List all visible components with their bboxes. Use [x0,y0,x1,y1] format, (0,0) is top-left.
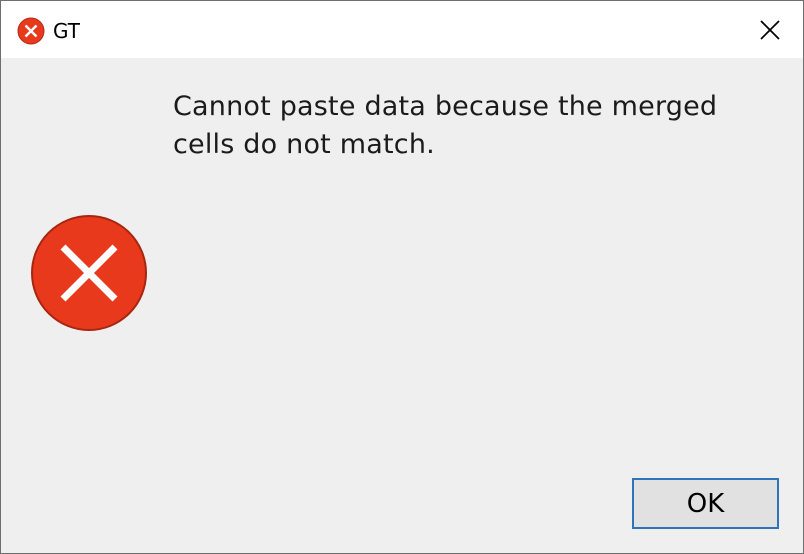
ok-button[interactable]: OK [632,478,779,529]
close-button[interactable] [737,1,803,58]
title-bar: GT [1,1,803,58]
error-icon [30,214,148,332]
window-title: GT [53,19,81,43]
error-message: Cannot paste data because the merged cel… [173,91,718,160]
message-dialog: GT Cannot paste data because the merged … [0,0,804,554]
close-icon [759,19,781,41]
error-circle-icon [17,17,45,45]
